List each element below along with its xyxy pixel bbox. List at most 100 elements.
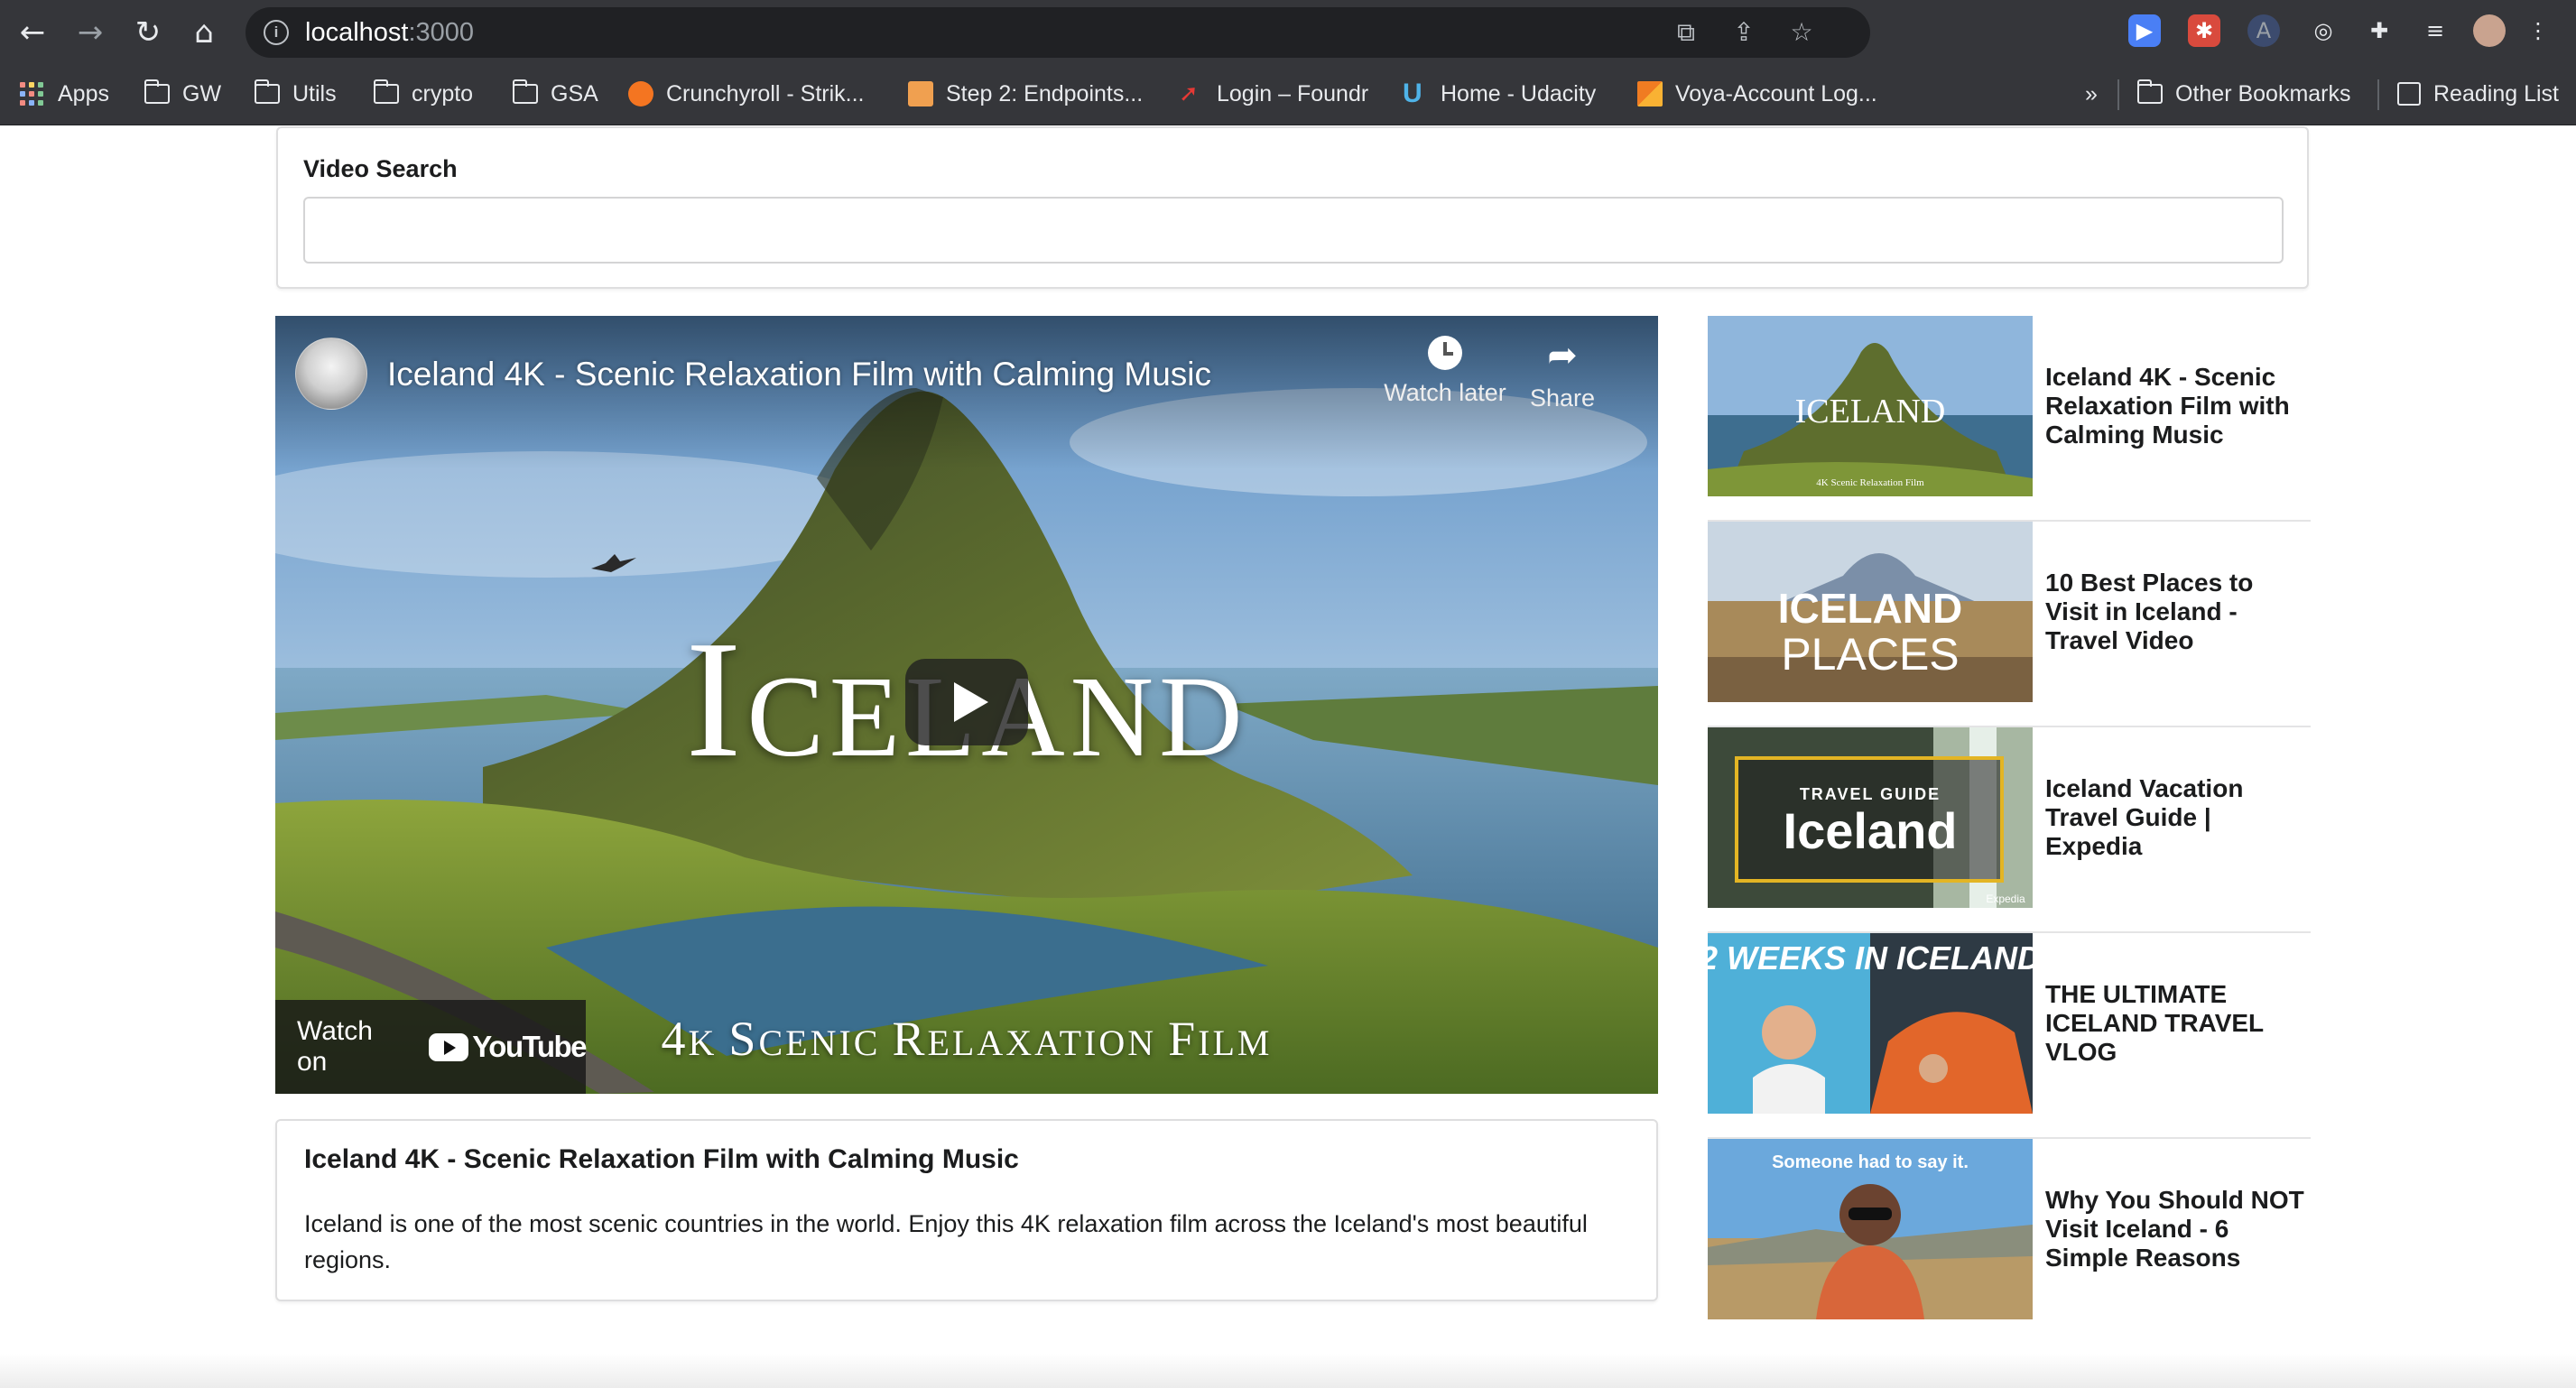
play-button[interactable] <box>905 659 1028 745</box>
video-list-title[interactable]: Iceland 4K - Scenic Relaxation Film with… <box>2045 316 2311 496</box>
open-in-app-icon[interactable]: ⧉ <box>1672 18 1700 47</box>
bookmark-divider <box>2377 79 2379 110</box>
site-info-icon[interactable]: i <box>264 20 289 45</box>
bookmark-step2[interactable]: Step 2: Endpoints... <box>908 78 1143 110</box>
browser-menu-icon[interactable]: ⋮ <box>2527 14 2549 47</box>
video-thumbnail[interactable]: ICELAND PLACES <box>1708 522 2033 702</box>
search-label: Video Search <box>303 155 458 182</box>
bookmark-label: Home - Udacity <box>1441 80 1597 106</box>
video-search-input[interactable] <box>303 197 2284 264</box>
bookmark-crunchyroll[interactable]: Crunchyroll - Strik... <box>628 78 864 110</box>
url-text[interactable]: localhost:3000 <box>305 18 474 48</box>
video-list-item[interactable]: Someone had to say it. Why You Should NO… <box>1708 1139 2311 1345</box>
svg-text:Iceland: Iceland <box>1784 802 1958 859</box>
video-list-item[interactable]: TRAVEL GUIDE Iceland Expedia Iceland Vac… <box>1708 727 2311 933</box>
video-player[interactable]: Iceland 4K - Scenic Relaxation Film with… <box>275 316 1658 1094</box>
bookmarks-bar: Apps GW Utils crypto GSA Crunchyroll - S… <box>0 65 2576 125</box>
extension-a-icon[interactable]: A <box>2247 14 2280 47</box>
share-page-icon[interactable]: ⇪ <box>1729 18 1758 47</box>
rocket-icon: ➚ <box>1179 80 1199 107</box>
bookmark-divider <box>2117 79 2119 110</box>
video-thumbnail[interactable]: Someone had to say it. <box>1708 1139 2033 1319</box>
voya-icon <box>1637 81 1663 106</box>
channel-avatar[interactable] <box>295 338 367 410</box>
svg-text:Someone had to say it.: Someone had to say it. <box>1772 1152 1969 1172</box>
bookmark-label: Reading List <box>2433 80 2559 106</box>
share-arrow-icon: ➦ <box>1547 335 1578 376</box>
player-video-title[interactable]: Iceland 4K - Scenic Relaxation Film with… <box>387 356 1211 393</box>
bookmark-crypto[interactable]: crypto <box>373 78 473 110</box>
svg-text:4K Scenic Relaxation Film: 4K Scenic Relaxation Film <box>1816 477 1924 488</box>
video-thumbnail[interactable]: ICELAND 4K Scenic Relaxation Film <box>1708 316 2033 496</box>
reading-list-icon <box>2397 82 2421 106</box>
bookmark-apps[interactable]: Apps <box>20 78 109 110</box>
bookmark-gw[interactable]: GW <box>144 78 221 110</box>
share-button[interactable]: ➦ Share <box>1517 336 1608 412</box>
video-list: ICELAND 4K Scenic Relaxation Film Icelan… <box>1708 316 2311 1345</box>
extension-red-icon[interactable]: ✱ <box>2188 14 2220 47</box>
bookmark-label: Utils <box>292 80 337 106</box>
bookmark-label: Voya-Account Log... <box>1675 80 1877 106</box>
udacity-icon: U <box>1403 79 1422 108</box>
bookmark-udacity[interactable]: U Home - Udacity <box>1403 78 1596 110</box>
forward-icon[interactable]: → <box>72 14 108 51</box>
svg-text:TRAVEL GUIDE: TRAVEL GUIDE <box>1800 785 1941 803</box>
reading-list-button[interactable]: Reading List <box>2397 78 2559 110</box>
bookmark-gsa[interactable]: GSA <box>512 78 598 110</box>
youtube-play-icon <box>429 1032 469 1061</box>
bookmark-voya[interactable]: Voya-Account Log... <box>1637 78 1877 110</box>
extensions-puzzle-icon[interactable]: ✚ <box>2363 14 2395 47</box>
bookmark-label: Crunchyroll - Strik... <box>666 80 865 106</box>
video-thumbnail[interactable]: 2 WEEKS IN ICELAND <box>1708 933 2033 1114</box>
bookmark-other-bookmarks[interactable]: Other Bookmarks <box>2136 78 2351 110</box>
watch-later-label: Watch later <box>1384 379 1506 406</box>
folder-icon <box>144 79 170 104</box>
svg-text:2 WEEKS IN ICELAND: 2 WEEKS IN ICELAND <box>1708 939 2033 976</box>
video-list-title[interactable]: THE ULTIMATE ICELAND TRAVEL VLOG <box>2045 933 2311 1114</box>
bookmark-label: Apps <box>58 80 109 106</box>
svg-text:ICELAND: ICELAND <box>1795 393 1946 430</box>
bookmark-utils[interactable]: Utils <box>254 78 337 110</box>
address-bar[interactable]: i localhost:3000 ⧉ ⇪ ☆ <box>246 7 1870 58</box>
home-icon[interactable]: ⌂ <box>186 14 222 51</box>
watch-on-youtube-button[interactable]: Watch on YouTube <box>275 1000 587 1094</box>
media-control-icon[interactable]: ≡ <box>2419 14 2451 47</box>
bookmark-star-icon[interactable]: ☆ <box>1787 18 1816 47</box>
folder-icon <box>373 79 399 104</box>
search-bar-card: Video Search <box>276 126 2309 289</box>
reload-icon[interactable]: ↻ <box>130 14 166 51</box>
apps-grid-icon <box>20 82 43 106</box>
zoom-extension-icon[interactable]: ▶ <box>2128 14 2161 47</box>
svg-text:PLACES: PLACES <box>1781 629 1959 680</box>
bookmarks-overflow-icon[interactable]: » <box>2085 78 2098 110</box>
profile-avatar[interactable] <box>2473 14 2506 47</box>
bookmark-label: Login – Foundr <box>1217 80 1369 106</box>
watch-on-label: Watch on <box>297 1016 373 1077</box>
svg-text:Expedia: Expedia <box>1986 893 2025 905</box>
video-list-item[interactable]: 2 WEEKS IN ICELAND THE ULTIMATE ICELAND … <box>1708 933 2311 1139</box>
video-list-title[interactable]: 10 Best Places to Visit in Iceland - Tra… <box>2045 522 2311 702</box>
orange-square-icon <box>908 81 933 106</box>
lightbulb-extension-icon[interactable]: ◎ <box>2307 14 2340 47</box>
youtube-logo: YouTube <box>429 1030 587 1064</box>
video-details-card: Iceland 4K - Scenic Relaxation Film with… <box>275 1119 1658 1301</box>
bookmark-label: GSA <box>551 80 598 106</box>
bookmark-label: Step 2: Endpoints... <box>946 80 1144 106</box>
folder-icon <box>512 79 538 104</box>
clock-icon <box>1428 336 1462 370</box>
video-list-title[interactable]: Why You Should NOT Visit Iceland - 6 Sim… <box>2045 1139 2311 1319</box>
page-bottom-shadow <box>0 1354 2576 1388</box>
video-list-item[interactable]: ICELAND 4K Scenic Relaxation Film Icelan… <box>1708 316 2311 522</box>
video-list-item[interactable]: ICELAND PLACES 10 Best Places to Visit i… <box>1708 522 2311 727</box>
watch-later-button[interactable]: Watch later <box>1382 336 1508 407</box>
browser-toolbar: ← → ↻ ⌂ i localhost:3000 ⧉ ⇪ ☆ ▶ ✱ A ◎ ✚… <box>0 0 2576 65</box>
video-detail-description: Iceland is one of the most scenic countr… <box>304 1210 1588 1273</box>
svg-text:ICELAND: ICELAND <box>1778 585 1962 632</box>
video-thumbnail[interactable]: TRAVEL GUIDE Iceland Expedia <box>1708 727 2033 908</box>
bookmark-label: Other Bookmarks <box>2175 80 2351 106</box>
back-icon[interactable]: ← <box>14 14 51 51</box>
folder-icon <box>254 79 280 104</box>
video-list-title[interactable]: Iceland Vacation Travel Guide | Expedia <box>2045 727 2311 908</box>
bookmark-foundr[interactable]: ➚ Login – Foundr <box>1179 78 1368 110</box>
video-detail-title: Iceland 4K - Scenic Relaxation Film with… <box>304 1144 1019 1174</box>
